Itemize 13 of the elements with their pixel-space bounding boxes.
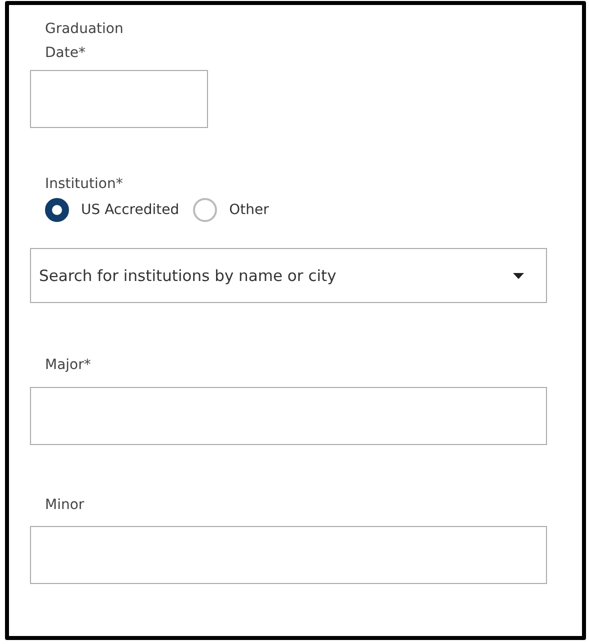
field-label: Graduation Date* [45,20,124,63]
radio-label[interactable]: US Accredited [81,202,180,218]
caret-icon [513,273,524,279]
field-label: Minor [45,496,84,515]
field-label: Institution* [45,175,123,194]
major-input-field[interactable] [30,387,547,445]
date-input-field[interactable] [30,70,208,128]
radio-label[interactable]: Other [229,202,269,218]
minor-input-field[interactable] [30,526,547,584]
field-label: Major* [45,356,91,375]
radio-button[interactable] [45,198,69,222]
radio-button[interactable] [193,198,218,222]
institution-search-dropdown[interactable]: Search for institutions by name or city [30,248,547,303]
